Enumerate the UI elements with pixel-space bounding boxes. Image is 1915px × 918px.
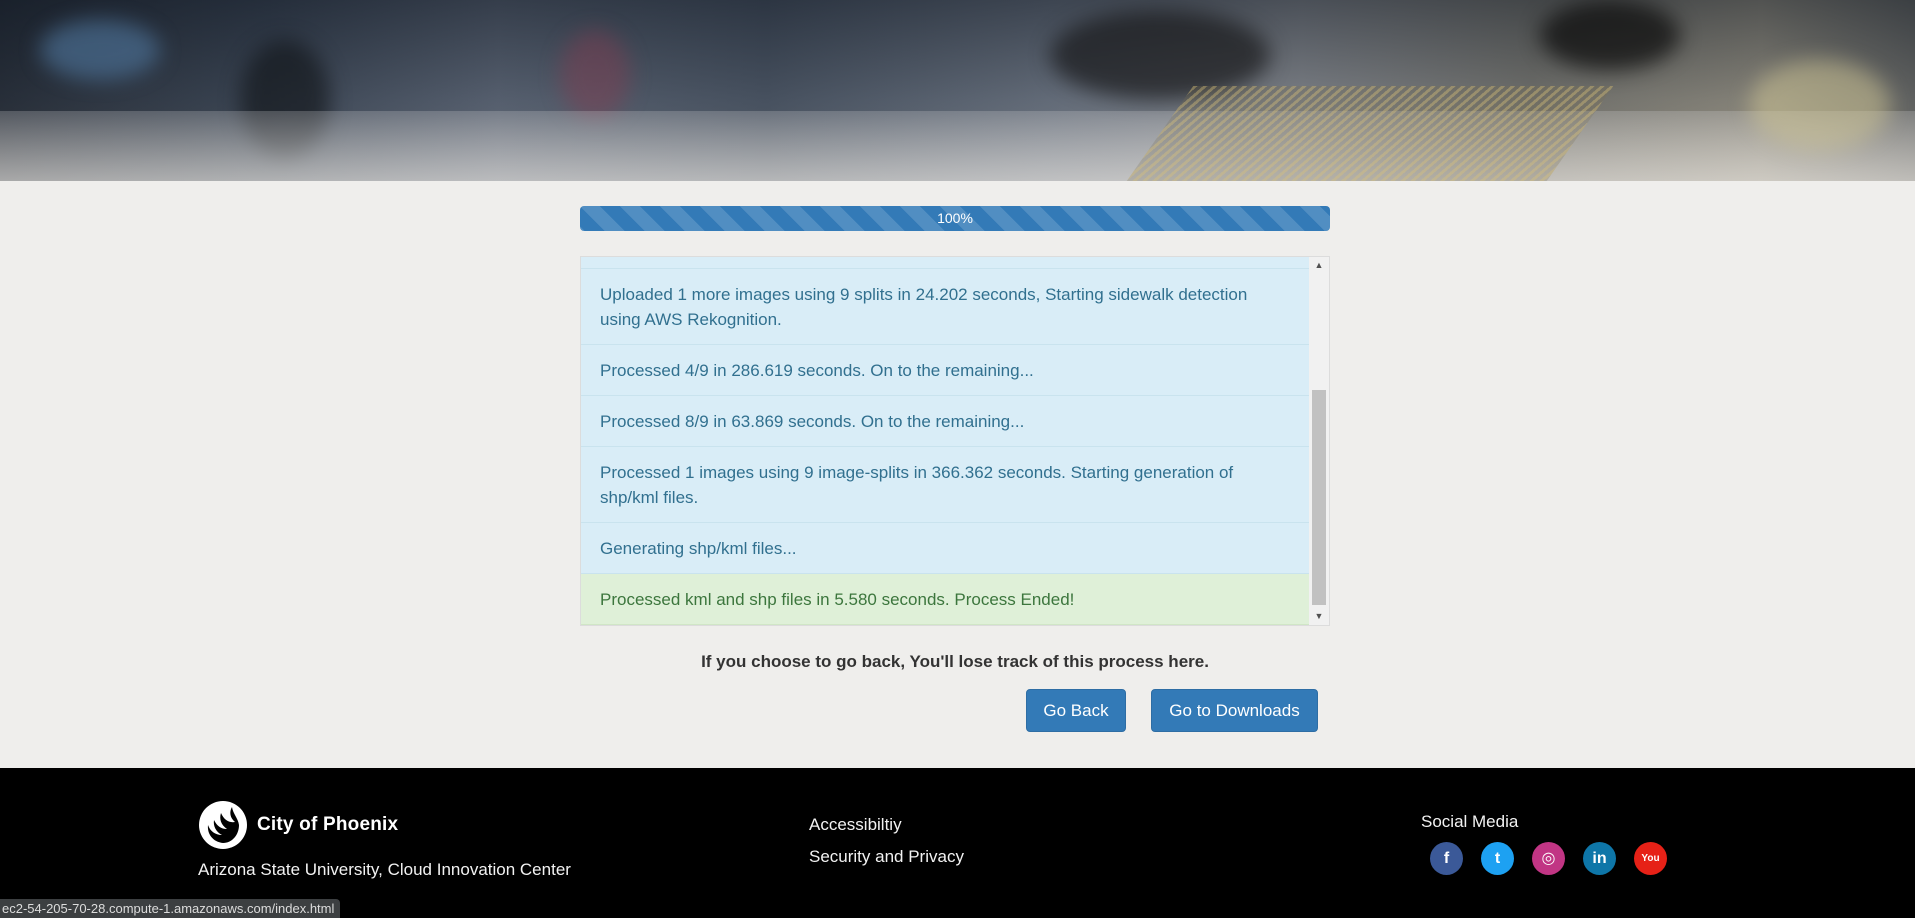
scroll-down-arrow-icon[interactable]: ▼ — [1309, 608, 1329, 625]
youtube-icon[interactable]: You — [1634, 842, 1667, 875]
log-item: Uploaded 1 more images using 9 splits in… — [581, 269, 1310, 345]
social-media-heading: Social Media — [1421, 812, 1519, 831]
log-item: Processed kml and shp files in 5.580 sec… — [581, 574, 1310, 625]
log-item: Processed 8/9 in 63.869 seconds. On to t… — [581, 396, 1310, 447]
progress-fill: 100% — [580, 206, 1330, 231]
log-item: Generating shp/kml files... — [581, 523, 1310, 574]
process-log-list: Uploaded 1 more images using 9 splits in… — [581, 257, 1310, 625]
go-to-downloads-button[interactable]: Go to Downloads — [1151, 689, 1318, 732]
log-item-text: Processed 1 images using 9 image-splits … — [600, 462, 1234, 507]
progress-label: 100% — [937, 210, 973, 226]
log-item-text: Generating shp/kml files... — [600, 538, 797, 558]
scroll-up-arrow-icon[interactable]: ▲ — [1309, 257, 1329, 274]
log-item-text: Processed 8/9 in 63.869 seconds. On to t… — [600, 411, 1025, 431]
log-item: Processed 4/9 in 286.619 seconds. On to … — [581, 345, 1310, 396]
log-item-text: Processed kml and shp files in 5.580 sec… — [600, 589, 1075, 609]
log-item: Processed 1 images using 9 image-splits … — [581, 447, 1310, 523]
upload-progress-bar: 100% — [580, 206, 1330, 231]
process-log-panel[interactable]: Uploaded 1 more images using 9 splits in… — [580, 256, 1330, 626]
city-of-phoenix-logo[interactable]: City of Phoenix — [198, 800, 398, 850]
logo-text: City of Phoenix — [257, 814, 399, 835]
log-item-text: Uploaded 1 more images using 9 splits in… — [600, 284, 1248, 329]
site-footer: City of Phoenix Arizona State University… — [0, 768, 1915, 918]
log-item-text: Processed 4/9 in 286.619 seconds. On to … — [600, 360, 1034, 380]
organization-name: Arizona State University, Cloud Innovati… — [198, 860, 571, 879]
phoenix-bird-icon — [199, 801, 247, 849]
accessibility-link[interactable]: Accessibiltiy — [809, 815, 902, 835]
browser-status-url: ec2-54-205-70-28.compute-1.amazonaws.com… — [0, 899, 341, 918]
security-privacy-link[interactable]: Security and Privacy — [809, 847, 964, 867]
linkedin-icon[interactable]: in — [1583, 842, 1616, 875]
instagram-icon[interactable]: ◎ — [1532, 842, 1565, 875]
log-scrollbar[interactable]: ▲ ▼ — [1309, 257, 1329, 625]
leave-warning-text: If you choose to go back, You'll lose tr… — [701, 652, 1209, 671]
hero-banner-image — [0, 0, 1915, 181]
log-item — [581, 257, 1310, 269]
twitter-icon[interactable]: t — [1481, 842, 1514, 875]
go-back-button[interactable]: Go Back — [1026, 689, 1126, 732]
facebook-icon[interactable]: f — [1430, 842, 1463, 875]
scroll-thumb[interactable] — [1312, 390, 1326, 605]
